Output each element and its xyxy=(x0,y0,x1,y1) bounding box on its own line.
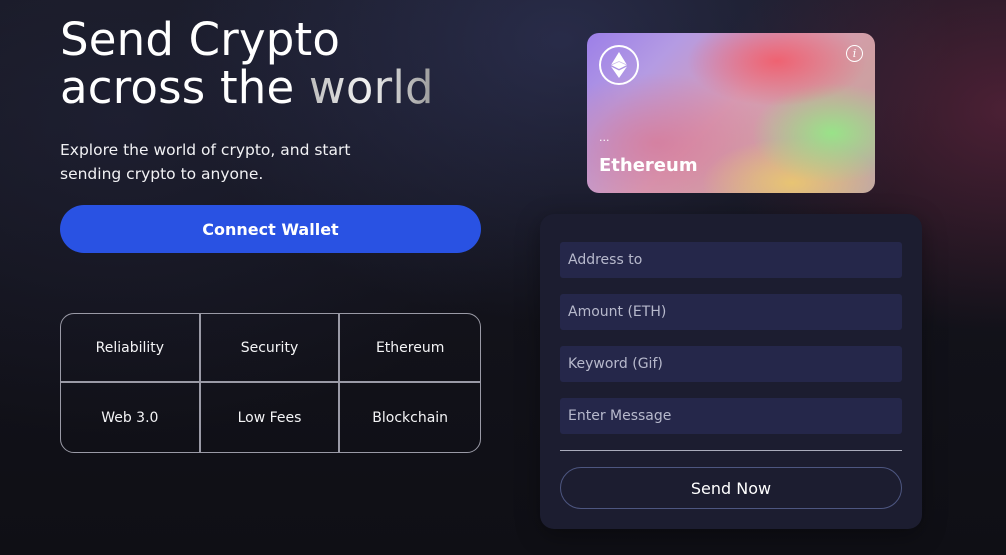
hero-title-line1: Send Crypto xyxy=(60,13,341,66)
feature-web3: Web 3.0 xyxy=(61,383,201,452)
hero-title: Send Crypto across the world xyxy=(60,16,434,112)
message-input[interactable] xyxy=(560,398,902,434)
form-divider xyxy=(560,450,902,451)
feature-ethereum: Ethereum xyxy=(340,314,480,383)
hero-title-line2: across the xyxy=(60,61,309,114)
hero-title-highlight: world xyxy=(308,61,434,114)
feature-security: Security xyxy=(200,314,341,383)
hero-subtitle: Explore the world of crypto, and start s… xyxy=(60,141,351,183)
connect-wallet-button[interactable]: Connect Wallet xyxy=(60,205,481,253)
keyword-input[interactable] xyxy=(560,346,902,382)
card-network-name: Ethereum xyxy=(599,155,698,176)
ethereum-card: i ... Ethereum xyxy=(587,33,875,193)
ethereum-icon xyxy=(599,45,639,85)
address-input[interactable] xyxy=(560,242,902,278)
send-now-button[interactable]: Send Now xyxy=(560,467,902,509)
card-address: ... xyxy=(599,131,610,144)
info-icon[interactable]: i xyxy=(846,45,863,62)
amount-input[interactable] xyxy=(560,294,902,330)
feature-low-fees: Low Fees xyxy=(201,383,341,452)
send-form: Send Now xyxy=(540,214,922,529)
feature-reliability: Reliability xyxy=(61,314,201,383)
features-grid: Reliability Security Ethereum Web 3.0 Lo… xyxy=(60,313,481,453)
feature-blockchain: Blockchain xyxy=(372,409,449,426)
